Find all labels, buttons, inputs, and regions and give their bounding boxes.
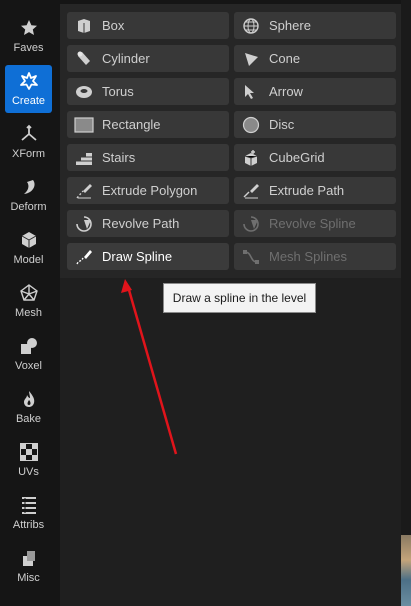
details-area [60,278,401,606]
cone-icon [240,48,262,70]
stairs-tool-button[interactable]: Stairs [67,144,229,171]
viewport-edge [401,0,411,606]
tool-label: Stairs [102,150,136,165]
cone-tool-button[interactable]: Cone [234,45,396,72]
sidebar-item-label: Faves [13,42,44,54]
revolve-path-icon [73,213,95,235]
tool-label: Draw Spline [102,249,173,264]
sidebar-item-attribs[interactable]: Attribs [5,489,52,537]
torus-icon [73,81,95,103]
sidebar-item-label: Voxel [15,360,42,372]
tool-label: Revolve Path [102,216,180,231]
disc-icon [240,114,262,136]
sidebar-item-faves[interactable]: Faves [5,12,52,60]
mesh-icon [18,282,40,304]
arrow-tool-button[interactable]: Arrow [234,78,396,105]
sphere-tool-button[interactable]: Sphere [234,12,396,39]
extrude-path-icon [240,180,262,202]
tool-label: Sphere [269,18,311,33]
sidebar-item-label: Mesh [15,307,42,319]
revolve-spline-icon [240,213,262,235]
box-icon [73,15,95,37]
create-tools-panel: Box Sphere Cylinder Cone Torus Arrow Rec… [60,4,401,278]
model-cube-icon [18,229,40,251]
torus-tool-button[interactable]: Torus [67,78,229,105]
sidebar-item-label: Deform [10,201,47,213]
sidebar-item-xform[interactable]: XForm [5,118,52,166]
tool-label: Torus [102,84,134,99]
sidebar-item-label: UVs [18,466,39,478]
tooltip: Draw a spline in the level [163,283,316,313]
cylinder-icon [73,48,95,70]
sidebar-item-deform[interactable]: Deform [5,171,52,219]
tool-label: Rectangle [102,117,161,132]
sphere-icon [240,15,262,37]
cubegrid-icon [240,147,262,169]
sidebar-item-label: Model [13,254,44,266]
tool-label: Box [102,18,125,33]
tool-label: CubeGrid [269,150,325,165]
tool-label: Mesh Splines [269,249,348,264]
mesh-splines-tool-button[interactable]: Mesh Splines [234,243,396,270]
deform-icon [18,176,40,198]
sidebar-item-label: Misc [17,572,40,584]
create-sparkle-icon [18,70,40,92]
transform-axes-icon [18,123,40,145]
sidebar-item-uvs[interactable]: UVs [5,436,52,484]
sidebar-item-model[interactable]: Model [5,224,52,272]
extrude-polygon-icon [73,180,95,202]
rectangle-icon [73,114,95,136]
cubegrid-tool-button[interactable]: CubeGrid [234,144,396,171]
tooltip-text: Draw a spline in the level [172,291,307,305]
mode-sidebar: Faves Create XForm Deform Model Mesh Vox… [0,0,60,606]
tool-label: Disc [269,117,295,132]
sidebar-item-label: Bake [15,413,42,425]
tool-label: Arrow [269,84,303,99]
tool-label: Extrude Polygon [102,183,198,198]
rectangle-tool-button[interactable]: Rectangle [67,111,229,138]
box-tool-button[interactable]: Box [67,12,229,39]
tool-label: Revolve Spline [269,216,356,231]
sidebar-item-label: XForm [12,148,45,160]
sidebar-item-misc[interactable]: Misc [5,542,52,590]
list-icon [18,494,40,516]
extrude-polygon-tool-button[interactable]: Extrude Polygon [67,177,229,204]
mesh-splines-icon [240,246,262,268]
sidebar-item-bake[interactable]: Bake [5,383,52,431]
sidebar-item-voxel[interactable]: Voxel [5,330,52,378]
checker-icon [18,441,40,463]
sidebar-item-create[interactable]: Create [5,65,52,113]
misc-icon [18,547,40,569]
stairs-icon [73,147,95,169]
tool-label: Cylinder [102,51,150,66]
flame-icon [18,388,40,410]
sidebar-item-mesh[interactable]: Mesh [5,277,52,325]
disc-tool-button[interactable]: Disc [234,111,396,138]
draw-spline-tool-button[interactable]: Draw Spline [67,243,229,270]
cylinder-tool-button[interactable]: Cylinder [67,45,229,72]
arrow-icon [240,81,262,103]
sidebar-item-label: Create [11,95,46,107]
tool-label: Extrude Path [269,183,345,198]
revolve-path-tool-button[interactable]: Revolve Path [67,210,229,237]
revolve-spline-tool-button[interactable]: Revolve Spline [234,210,396,237]
star-icon [18,17,40,39]
voxel-icon [18,335,40,357]
draw-spline-icon [73,246,95,268]
extrude-path-tool-button[interactable]: Extrude Path [234,177,396,204]
tool-label: Cone [269,51,301,66]
sidebar-item-label: Attribs [12,519,45,531]
